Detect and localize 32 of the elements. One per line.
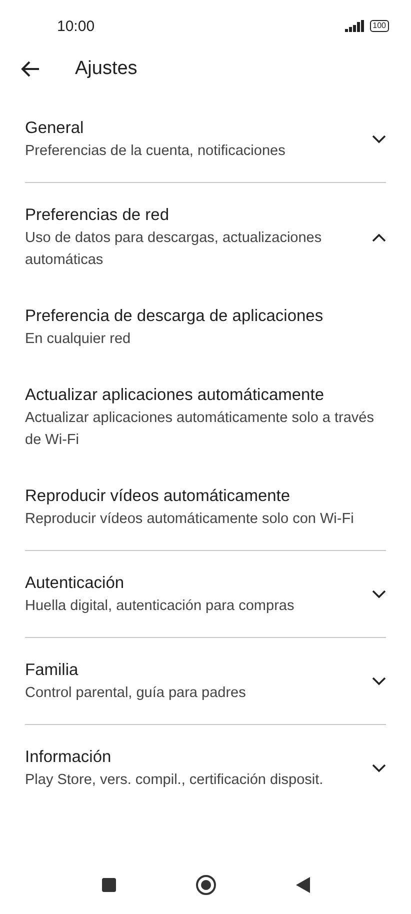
settings-item[interactable]: Actualizar aplicaciones automáticamente Actualizar aplicaciones automáticamente solo a través de Wi-Fi: [0, 350, 411, 451]
settings-item[interactable]: Preferencia de descarga de aplicaciones En cualquier red: [0, 271, 411, 350]
section-subtitle: Control parental, guía para padres: [25, 684, 247, 703]
signal-icon: [344, 20, 365, 32]
item-subtitle: En cualquier red: [25, 330, 132, 349]
settings-section[interactable]: General Preferencias de la cuenta, notificaciones: [0, 116, 411, 162]
section-title: Familia: [25, 660, 80, 681]
back-icon[interactable]: [294, 876, 310, 894]
section-subtitle: Huella digital, autenticación para compras: [25, 597, 296, 616]
section-subtitle: Play Store, vers. compil., certificación disposit.: [25, 771, 324, 790]
section-subtitle: Uso de datos para descargas, actualizaciones automáticas: [25, 229, 323, 270]
home-icon[interactable]: [194, 874, 216, 896]
battery-level: 100: [370, 20, 389, 32]
page-title: Ajustes: [75, 58, 138, 80]
item-title: Preferencia de descarga de aplicaciones: [25, 306, 324, 327]
item-title: Reproducir vídeos automáticamente: [25, 486, 292, 507]
settings-section[interactable]: Preferencias de red Uso de datos para descargas, actualizaciones automáticas: [0, 203, 411, 271]
settings-item[interactable]: Reproducir vídeos automáticamente Reproducir vídeos automáticamente solo con Wi-Fi: [0, 451, 411, 530]
section-title: General: [25, 118, 85, 139]
section-title: Preferencias de red: [25, 205, 170, 226]
settings-section[interactable]: Familia Control parental, guía para padres: [0, 658, 411, 704]
item-subtitle: Actualizar aplicaciones automáticamente solo a través de Wi-Fi: [25, 409, 375, 450]
settings-section[interactable]: Autenticación Huella digital, autenticación para compras: [0, 571, 411, 617]
status-time: 10:00: [57, 18, 95, 34]
section-title: Autenticación: [25, 573, 126, 594]
item-title: Actualizar aplicaciones automáticamente: [25, 385, 325, 406]
section-title: Información: [25, 747, 112, 768]
settings-section[interactable]: Información Play Store, vers. compil., certificación disposit.: [0, 745, 411, 791]
recents-icon[interactable]: [100, 877, 116, 893]
item-subtitle: Reproducir vídeos automáticamente solo con Wi-Fi: [25, 510, 355, 529]
back-arrow-icon[interactable]: [20, 60, 40, 78]
section-subtitle: Preferencias de la cuenta, notificaciones: [25, 142, 286, 161]
